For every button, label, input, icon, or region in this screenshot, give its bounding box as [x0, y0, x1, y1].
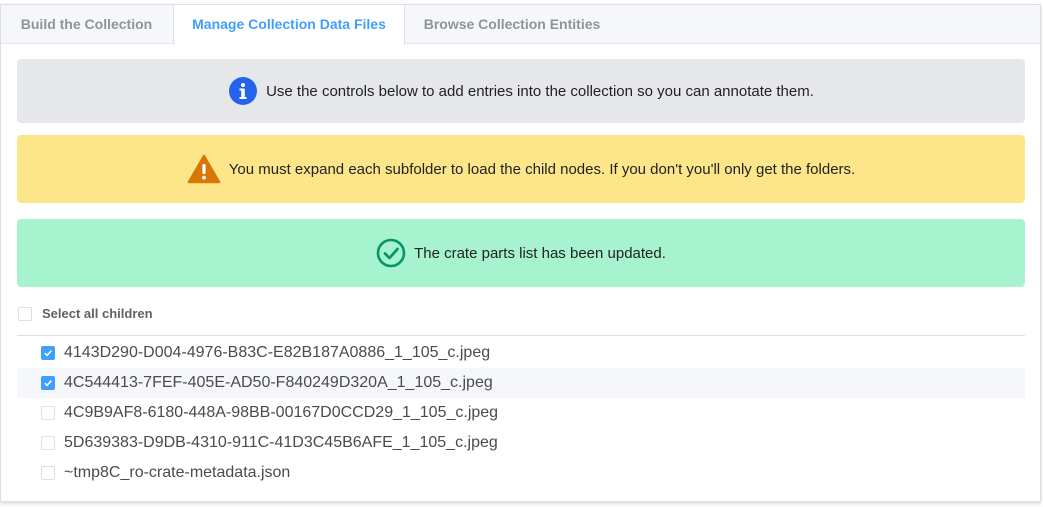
file-row[interactable]: 4143D290-D004-4976-B83C-E82B187A0886_1_1…: [17, 338, 1025, 368]
tab-build-collection[interactable]: Build the Collection: [1, 5, 173, 44]
file-checkbox[interactable]: [41, 466, 55, 480]
info-alert-text: Use the controls below to add entries in…: [266, 82, 814, 100]
tab-browse-entities[interactable]: Browse Collection Entities: [405, 5, 620, 44]
success-alert: The crate parts list has been updated.: [17, 219, 1025, 287]
file-tree: 4143D290-D004-4976-B83C-E82B187A0886_1_1…: [17, 338, 1025, 488]
tab-manage-data-files[interactable]: Manage Collection Data Files: [173, 5, 405, 45]
file-row[interactable]: 4C544413-7FEF-405E-AD50-F840249D320A_1_1…: [17, 368, 1025, 398]
warning-triangle-icon: [187, 154, 221, 184]
file-name: 4C9B9AF8-6180-448A-98BB-00167D0CCD29_1_1…: [64, 404, 499, 421]
file-name: 4143D290-D004-4976-B83C-E82B187A0886_1_1…: [64, 344, 491, 361]
warning-alert: You must expand each subfolder to load t…: [17, 135, 1025, 203]
file-name: 5D639383-D9DB-4310-911C-41D3C45B6AFE_1_1…: [64, 434, 498, 451]
file-checkbox[interactable]: [41, 406, 55, 420]
check-circle-icon: [376, 238, 406, 268]
success-alert-text: The crate parts list has been updated.: [414, 244, 666, 262]
file-row[interactable]: 4C9B9AF8-6180-448A-98BB-00167D0CCD29_1_1…: [17, 398, 1025, 428]
select-all-label: Select all children: [42, 306, 153, 321]
tab-bar: Build the Collection Manage Collection D…: [1, 5, 1040, 45]
file-checkbox[interactable]: [41, 436, 55, 450]
warning-alert-text: You must expand each subfolder to load t…: [228, 160, 856, 178]
file-name: 4C544413-7FEF-405E-AD50-F840249D320A_1_1…: [64, 374, 493, 391]
file-row[interactable]: ~tmp8C_ro-crate-metadata.json: [17, 458, 1025, 488]
info-circle-icon: [228, 76, 258, 106]
collection-panel: Build the Collection Manage Collection D…: [0, 4, 1041, 502]
file-name: ~tmp8C_ro-crate-metadata.json: [64, 464, 291, 481]
select-all-children[interactable]: Select all children: [18, 306, 153, 321]
info-alert: Use the controls below to add entries in…: [17, 59, 1025, 123]
file-row[interactable]: 5D639383-D9DB-4310-911C-41D3C45B6AFE_1_1…: [17, 428, 1025, 458]
file-checkbox[interactable]: [41, 376, 55, 390]
select-all-checkbox[interactable]: [18, 306, 32, 321]
file-checkbox[interactable]: [41, 346, 55, 360]
divider: [17, 335, 1025, 336]
